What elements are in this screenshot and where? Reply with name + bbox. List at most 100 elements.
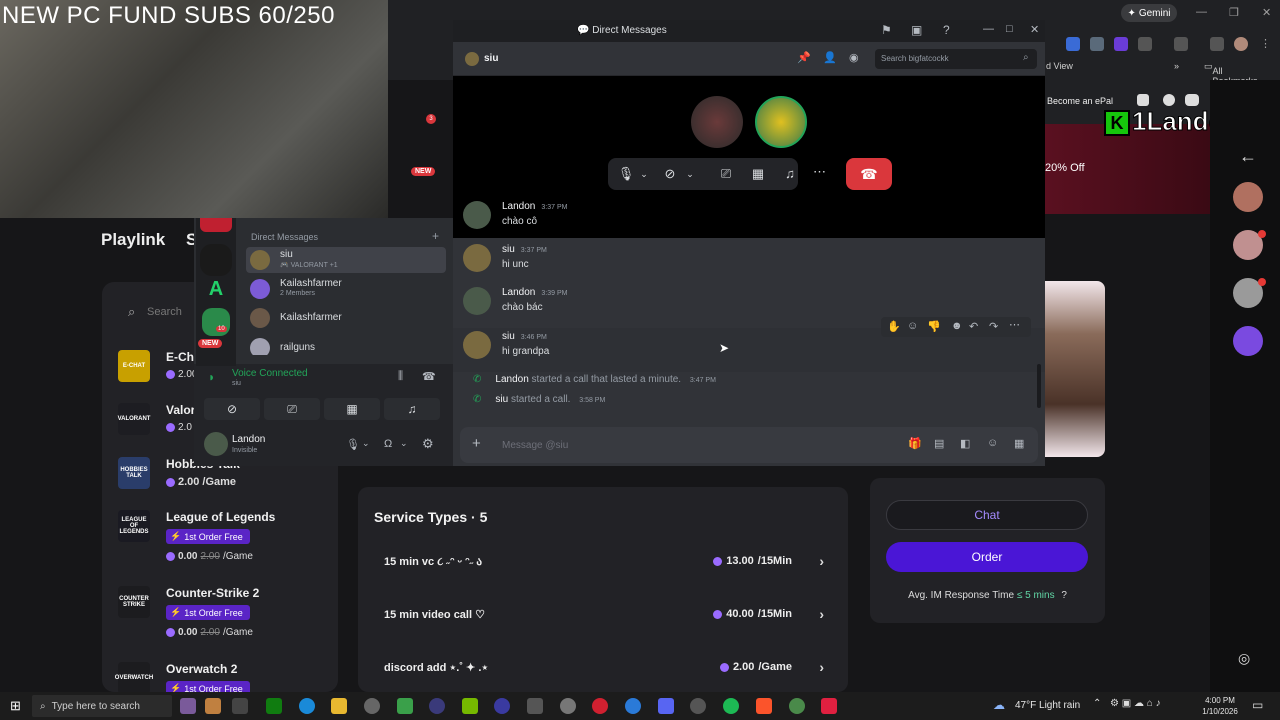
microphone-icon[interactable]: 🎙 [346,438,360,451]
search-input[interactable]: Search [147,306,182,318]
app-icon[interactable] [180,698,196,714]
app-icon[interactable] [592,698,608,714]
screen-icon[interactable]: ▣ [911,23,922,37]
nvidia-icon[interactable] [462,698,478,714]
game-item[interactable]: LEAGUE OF LEGENDS League of Legends ⚡ 1st… [118,510,328,580]
chrome-icon[interactable] [789,698,805,714]
service-row[interactable]: discord add ⋆.˚ ✦ .⋆ 2.00/Game › [384,659,824,679]
message-input[interactable] [502,427,882,463]
screen-share-icon[interactable]: ⎚ [716,164,736,184]
calculator-icon[interactable] [527,698,543,714]
service-row[interactable]: 15 min vc ૮ ˶ᵔ ᵕ ᵔ˶ ა 13.00/15Min › [384,553,824,573]
order-button[interactable]: Order [886,542,1088,572]
bell-icon[interactable] [1163,94,1175,106]
dm-item-group[interactable]: Kailashfarmer 2 Members [246,276,446,302]
app-icon[interactable] [625,698,641,714]
activities-icon[interactable]: ▦ [748,164,768,184]
app-icon[interactable] [821,698,837,714]
contact-avatar[interactable] [1233,182,1263,212]
close-icon[interactable]: ✕ [1030,23,1039,36]
store-icon[interactable] [397,698,413,714]
extension-icon[interactable] [1114,37,1128,51]
help-icon[interactable]: ? [943,23,950,37]
avatar[interactable] [204,432,228,456]
call-participant-avatar[interactable] [755,96,807,148]
more-options-icon[interactable]: ⋯ [813,164,826,180]
profile-icon[interactable]: ◉ [849,51,859,64]
extensions-puzzle-icon[interactable] [1138,37,1152,51]
gif-icon[interactable]: ▤ [934,437,944,450]
chevron-down-icon[interactable]: ⌄ [400,438,408,449]
emoji-icon[interactable]: ☺ [987,437,998,449]
settings-icon[interactable] [560,698,576,714]
add-attachment-icon[interactable]: + [472,435,481,452]
avatar[interactable] [463,244,491,272]
spotify-icon[interactable] [723,698,739,714]
app-icon[interactable] [690,698,706,714]
chat-button[interactable]: Chat [886,500,1088,530]
game-item[interactable]: COUNTER STRIKE Counter-Strike 2 ⚡ 1st Ord… [118,586,328,656]
chevron-down-icon[interactable]: ⌄ [362,438,370,449]
service-row[interactable]: 15 min video call ♡ 40.00/15Min › [384,606,824,626]
crown-icon[interactable] [1137,94,1149,106]
camera-off-icon[interactable]: ⊘ [660,164,680,184]
app-icon[interactable] [494,698,510,714]
hang-up-button[interactable]: ☎ [846,158,892,190]
file-explorer-icon[interactable] [331,698,347,714]
discord-icon[interactable] [1185,94,1199,106]
reading-list-icon[interactable] [1210,37,1224,51]
sticker-icon[interactable]: ◧ [960,437,970,450]
soundboard-button[interactable]: ♫ [384,398,440,420]
user-name[interactable]: Landon [232,434,265,445]
minimize-icon[interactable]: — [1196,6,1207,18]
forward-icon[interactable]: ↷ [989,320,998,333]
reaction-emoji[interactable]: 👎 [927,320,941,333]
inbox-icon[interactable]: ⚑ [881,23,892,37]
app-icon[interactable] [205,698,221,714]
clock[interactable]: 4:00 PM 1/10/2026 [1200,695,1240,717]
scrollbar[interactable] [1037,364,1041,408]
avatar[interactable] [463,287,491,315]
windows-start-icon[interactable]: ⊞ [10,698,21,714]
notifications-icon[interactable]: ▭ [1252,698,1263,712]
noise-suppression-icon[interactable]: ⫼ [398,370,403,383]
reply-icon[interactable]: ↶ [969,320,978,333]
chevron-down-icon[interactable]: ⌄ [680,164,700,184]
kebab-menu-icon[interactable]: ⋮ [1260,37,1271,50]
weather-text[interactable]: 47°F Light rain [1015,700,1080,711]
reaction-emoji[interactable]: ☺ [907,320,918,332]
app-icon[interactable] [429,698,445,714]
add-reaction-icon[interactable]: ☻ [951,320,963,332]
gear-icon[interactable]: ⚙ [422,436,434,452]
bookmark-item[interactable]: d View [1046,61,1073,71]
add-friend-icon[interactable]: 👤 [823,51,837,64]
close-icon[interactable]: ✕ [1262,6,1271,19]
soundboard-icon[interactable]: ♫ [780,164,800,184]
disconnect-icon[interactable]: ☎ [422,370,436,383]
extension-icon[interactable] [1090,37,1104,51]
chevron-right-icon[interactable]: » [1174,61,1179,71]
chevron-up-icon[interactable]: ⌃ [1093,698,1101,709]
voice-channel-name[interactable]: siu [232,380,241,387]
gemini-button[interactable]: ✦ Gemini [1121,4,1177,22]
arrow-left-icon[interactable]: ← [1239,146,1257,167]
server-icon[interactable] [200,244,232,276]
dm-item-siu[interactable]: siu 🎮 VALORANT +1 [246,247,446,273]
channel-name[interactable]: siu [484,53,498,64]
avatar[interactable] [463,201,491,229]
discord-icon[interactable] [658,698,674,714]
gift-icon[interactable]: 🎁 [908,437,922,450]
task-view-icon[interactable] [232,698,248,714]
search-field[interactable]: Search bigfatcockk ⌕ [875,49,1037,69]
pin-icon[interactable]: 📌 [797,51,811,64]
brave-icon[interactable] [756,698,772,714]
help-icon[interactable]: ? [1061,590,1067,601]
server-icon[interactable] [200,218,232,232]
maximize-icon[interactable]: □ [1006,23,1013,35]
microphone-icon[interactable]: 🎙 [616,164,636,184]
add-dm-icon[interactable]: + [432,229,439,243]
cast-icon[interactable] [1174,37,1188,51]
apps-icon[interactable]: ▦ [1014,437,1024,450]
server-icon[interactable]: A [202,278,230,302]
extension-icon[interactable] [1066,37,1080,51]
